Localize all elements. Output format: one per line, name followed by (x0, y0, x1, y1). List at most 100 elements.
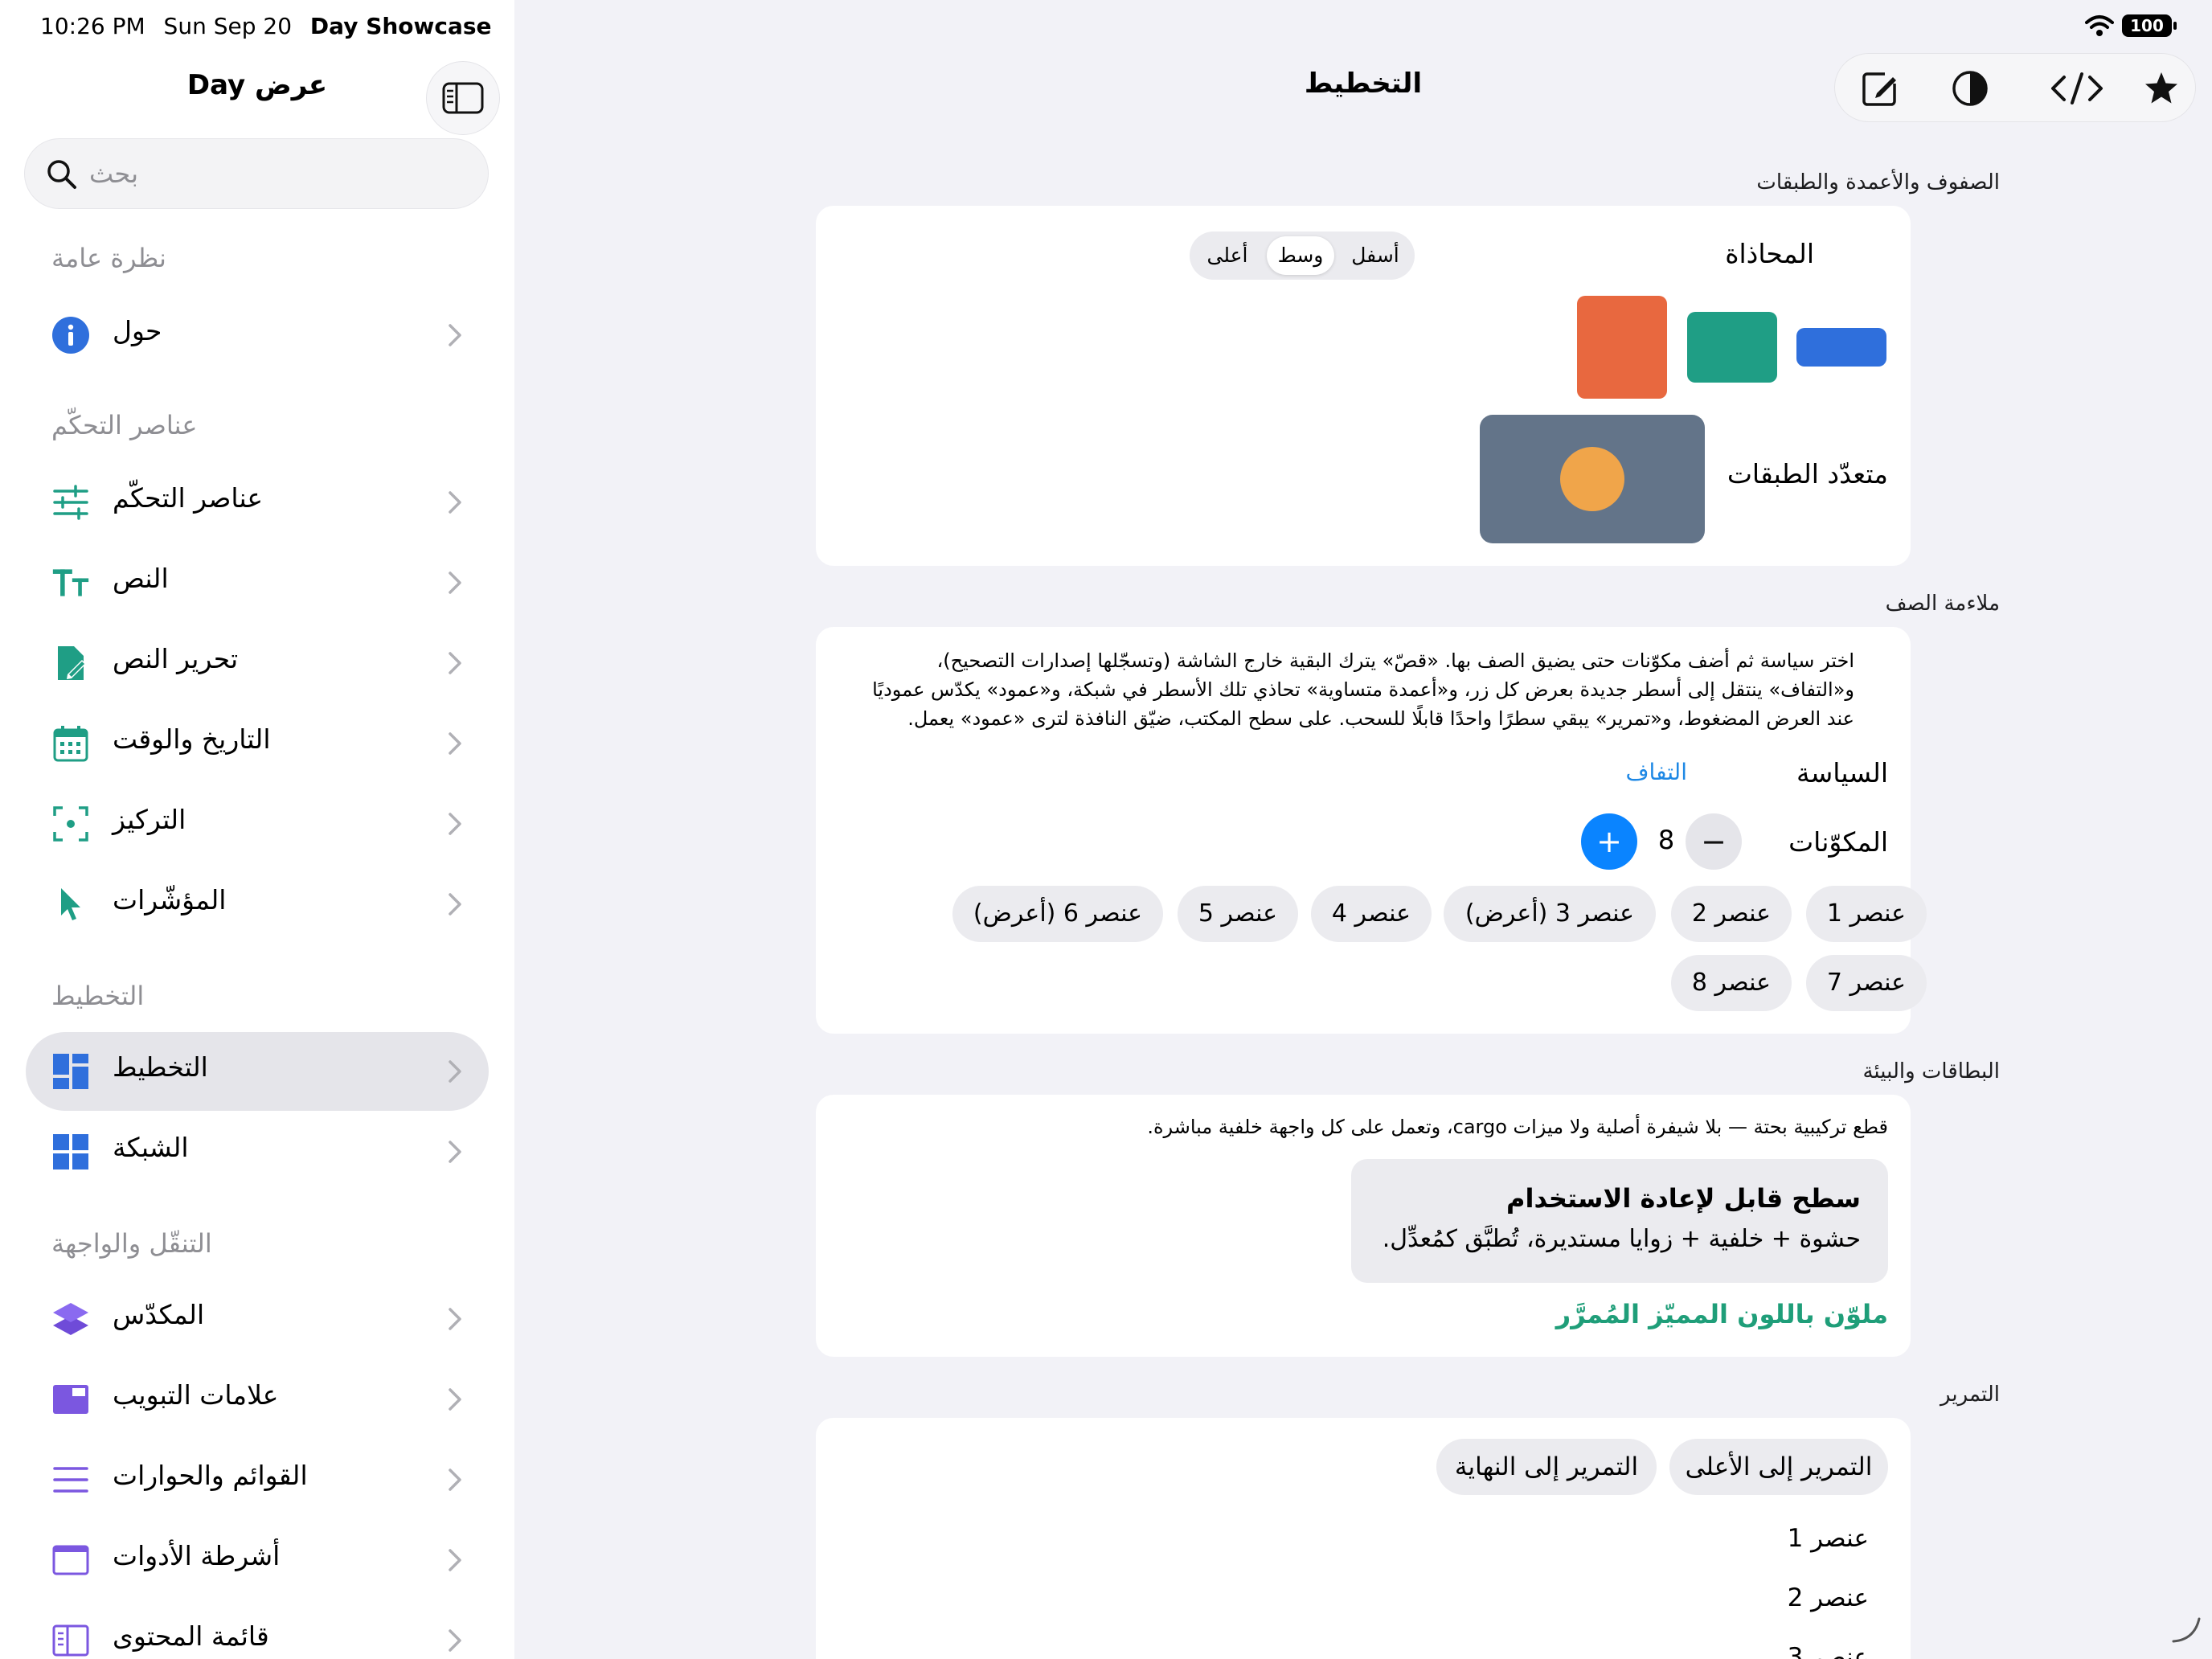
sidebar-item-label: علامات التبويب (113, 1379, 279, 1411)
section-header-cards: البطاقات والبيئة (1862, 1059, 2000, 1083)
sidebar-item-grid[interactable]: الشبكة (26, 1112, 489, 1191)
chip-item-3[interactable]: عنصر 3 (أعرض) (1444, 886, 1656, 942)
scroll-to-end-button[interactable]: التمرير إلى النهاية (1436, 1439, 1657, 1495)
surface-subtitle: حشوة + خلفية + زوايا مستديرة، تُطبَّق كم… (1382, 1225, 1861, 1253)
cards-intro: قطع تركيبية بحتة — بلا شيفرة أصلية ولا م… (1147, 1116, 1888, 1138)
blue-block (1796, 328, 1886, 367)
search-field[interactable] (24, 138, 489, 209)
section-header-scrolling: التمرير (1940, 1382, 2000, 1407)
chevron-right-icon (449, 571, 461, 594)
sidebar-item-controls[interactable]: عناصر التحكّم (26, 463, 489, 542)
layout-grid-icon (51, 1052, 90, 1091)
chip-item-7[interactable]: عنصر 7 (1806, 955, 1927, 1011)
alignment-option-top[interactable]: أعلى (1193, 236, 1262, 275)
chevron-right-icon (449, 893, 461, 916)
alignment-segmented-control[interactable]: أسفل وسط أعلى (1190, 231, 1415, 280)
sidebar-item-label: التركيز (113, 804, 186, 835)
row-fit-description: اختر سياسة ثم أضف مكوّنات حتى يضيق الصف … (872, 649, 1854, 730)
search-icon (47, 160, 76, 189)
section-header-rows: الصفوف والأعمدة والطبقات (1756, 170, 2000, 195)
window-toolbar-icon (51, 1541, 90, 1579)
window-resize-handle[interactable] (2170, 1612, 2202, 1645)
sidebar-item-lists-dialogs[interactable]: القوائم والحوارات (26, 1440, 489, 1519)
calendar-icon (51, 724, 90, 763)
tinted-text: ملوّن باللون المميّز المُمرَّر (1555, 1299, 1888, 1329)
chip-item-2[interactable]: عنصر 2 (1671, 886, 1792, 942)
chevron-right-icon (449, 1308, 461, 1330)
sidebar: 10:26 PM Sun Sep 20 Day Showcase عرض Day… (0, 0, 514, 1659)
appearance-toggle-button[interactable] (1949, 68, 1991, 109)
scrolling-card: التمرير إلى الأعلى التمرير إلى النهاية ع… (816, 1418, 1911, 1659)
sidebar-item-label: حول (113, 315, 162, 346)
surface-title: سطح قابل لإعادة الاستخدام (1506, 1183, 1861, 1214)
chevron-right-icon (449, 324, 461, 346)
text-size-icon (51, 563, 90, 602)
sidebar-item-stack[interactable]: المكدّس (26, 1280, 489, 1358)
sidebar-list-icon (51, 1621, 90, 1659)
increment-button[interactable]: + (1581, 813, 1637, 870)
section-navigation: التنقّل والواجهة (51, 1228, 212, 1259)
sidebar-item-focus[interactable]: التركيز (26, 784, 489, 863)
row-fit-card: اختر سياسة ثم أضف مكوّنات حتى يضيق الصف … (816, 627, 1927, 1034)
section-controls: عناصر التحكّم (51, 410, 198, 440)
layered-circle (1560, 447, 1624, 511)
source-code-button[interactable] (2049, 68, 2105, 109)
alignment-option-center[interactable]: وسط (1267, 236, 1334, 275)
rows-columns-layers-card: المحاذاة أسفل وسط أعلى متعدّد الطبقات (816, 206, 1911, 566)
orange-block (1577, 296, 1667, 399)
sidebar-item-text[interactable]: النص (26, 543, 489, 622)
chip-item-4[interactable]: عنصر 4 (1311, 886, 1432, 942)
compose-icon (1862, 72, 1896, 106)
chevron-right-icon (449, 813, 461, 835)
contrast-icon (1952, 71, 1988, 106)
sidebar-item-label: النص (113, 563, 169, 594)
decrement-button[interactable]: − (1686, 813, 1742, 870)
sidebar-item-label: الشبكة (113, 1132, 189, 1163)
status-app-name: Day Showcase (309, 13, 492, 39)
scroll-to-top-button[interactable]: التمرير إلى الأعلى (1669, 1439, 1888, 1495)
cards-environment-card: قطع تركيبية بحتة — بلا شيفرة أصلية ولا م… (816, 1095, 1911, 1357)
sidebar-item-label: القوائم والحوارات (113, 1460, 308, 1491)
search-input[interactable] (89, 149, 467, 199)
sidebar-item-date-time[interactable]: التاريخ والوقت (26, 704, 489, 783)
scroll-list-item: عنصر 1 (1787, 1524, 1869, 1553)
chip-item-6[interactable]: عنصر 6 (أعرض) (952, 886, 1163, 942)
tabs-icon (51, 1380, 90, 1419)
sidebar-item-layout[interactable]: التخطيط (26, 1032, 489, 1111)
chevron-right-icon (449, 1629, 461, 1652)
chip-item-8[interactable]: عنصر 8 (1671, 955, 1792, 1011)
list-lines-icon (51, 1460, 90, 1499)
compose-button[interactable] (1859, 68, 1901, 109)
components-count: 8 (1657, 825, 1675, 855)
chip-item-5[interactable]: عنصر 5 (1178, 886, 1298, 942)
star-icon (2145, 72, 2177, 104)
chevron-right-icon (449, 1141, 461, 1163)
alignment-label: المحاذاة (1725, 238, 1814, 269)
sidebar-item-label: أشرطة الأدوات (113, 1540, 281, 1571)
status-time: 10:26 PM (40, 13, 145, 39)
sidebar-item-text-editing[interactable]: تحرير النص (26, 624, 489, 703)
document-edit-icon (51, 644, 90, 682)
sidebar-item-tabs[interactable]: علامات التبويب (26, 1360, 489, 1439)
section-layout: التخطيط (51, 981, 145, 1011)
grid-icon (51, 1133, 90, 1171)
status-bar-left: 10:26 PM Sun Sep 20 Day Showcase (40, 13, 492, 39)
main-content: 100 التخطيط الصفوف والأعمدة والطبقات الم… (514, 0, 2212, 1659)
section-header-row-fit: ملاءمة الصف (1885, 592, 2000, 616)
sidebar-item-toolbars[interactable]: أشرطة الأدوات (26, 1521, 489, 1600)
sidebar-item-label: المكدّس (113, 1299, 205, 1330)
focus-viewfinder-icon (51, 805, 90, 843)
sidebar-item-pointers[interactable]: المؤشّرات (26, 865, 489, 944)
favorite-button[interactable] (2140, 68, 2182, 109)
sidebar-item-label: عناصر التحكّم (113, 482, 264, 514)
alignment-option-bottom[interactable]: أسفل (1339, 236, 1411, 275)
policy-picker[interactable]: التفاف (1626, 759, 1687, 785)
sidebar-item-about[interactable]: حول (26, 296, 489, 375)
code-icon (2051, 72, 2103, 104)
layers-label: متعدّد الطبقات (1727, 458, 1888, 490)
chip-item-1[interactable]: عنصر 1 (1806, 886, 1927, 942)
sidebar-toggle-button[interactable] (426, 61, 500, 135)
chevron-right-icon (449, 1060, 461, 1083)
sidebar-item-content-list[interactable]: قائمة المحتوى (26, 1601, 489, 1659)
battery-indicator: 100 (2122, 14, 2177, 37)
